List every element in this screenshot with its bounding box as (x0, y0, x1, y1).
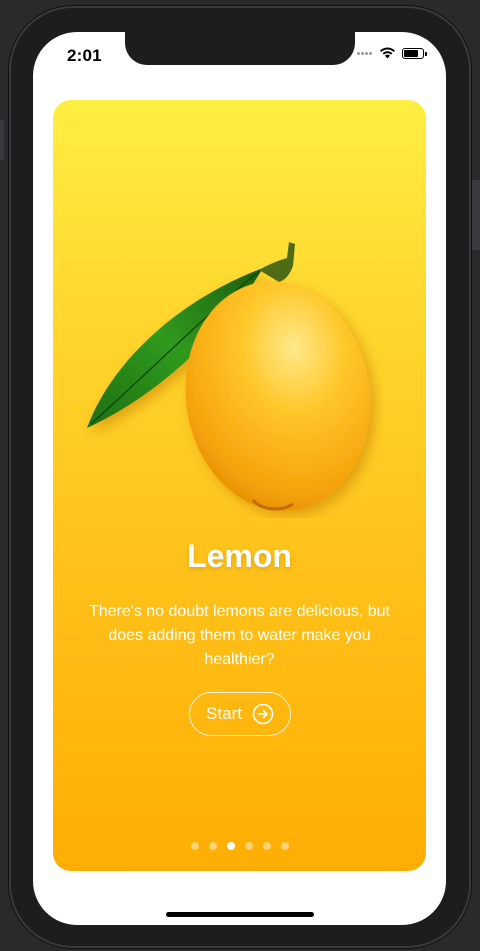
home-indicator[interactable] (166, 912, 314, 917)
page-dot[interactable] (280, 842, 289, 850)
start-button-label: Start (206, 704, 242, 723)
status-time: 2:01 (67, 46, 102, 65)
page-dot[interactable] (244, 842, 253, 850)
device-notch (125, 32, 355, 65)
page-dot[interactable] (262, 842, 271, 850)
onboarding-card: Lemon There's no doubt lemons are delici… (53, 100, 426, 871)
card-title: Lemon (187, 538, 292, 574)
page-dot[interactable] (226, 842, 235, 850)
ide-background-strip (0, 120, 4, 160)
lemon-image (87, 242, 371, 511)
page-indicator (53, 842, 426, 850)
status-icons (357, 47, 427, 59)
cellular-signal-icon (357, 51, 373, 55)
page-dot[interactable] (190, 842, 199, 850)
page-dot[interactable] (208, 842, 217, 850)
card-description: There's no doubt lemons are delicious, b… (88, 603, 390, 668)
ide-background-strip (472, 180, 480, 250)
battery-icon (402, 47, 427, 59)
start-button[interactable]: Start (189, 692, 291, 736)
wifi-icon (380, 47, 395, 59)
arrow-right-circle-icon (252, 703, 274, 725)
